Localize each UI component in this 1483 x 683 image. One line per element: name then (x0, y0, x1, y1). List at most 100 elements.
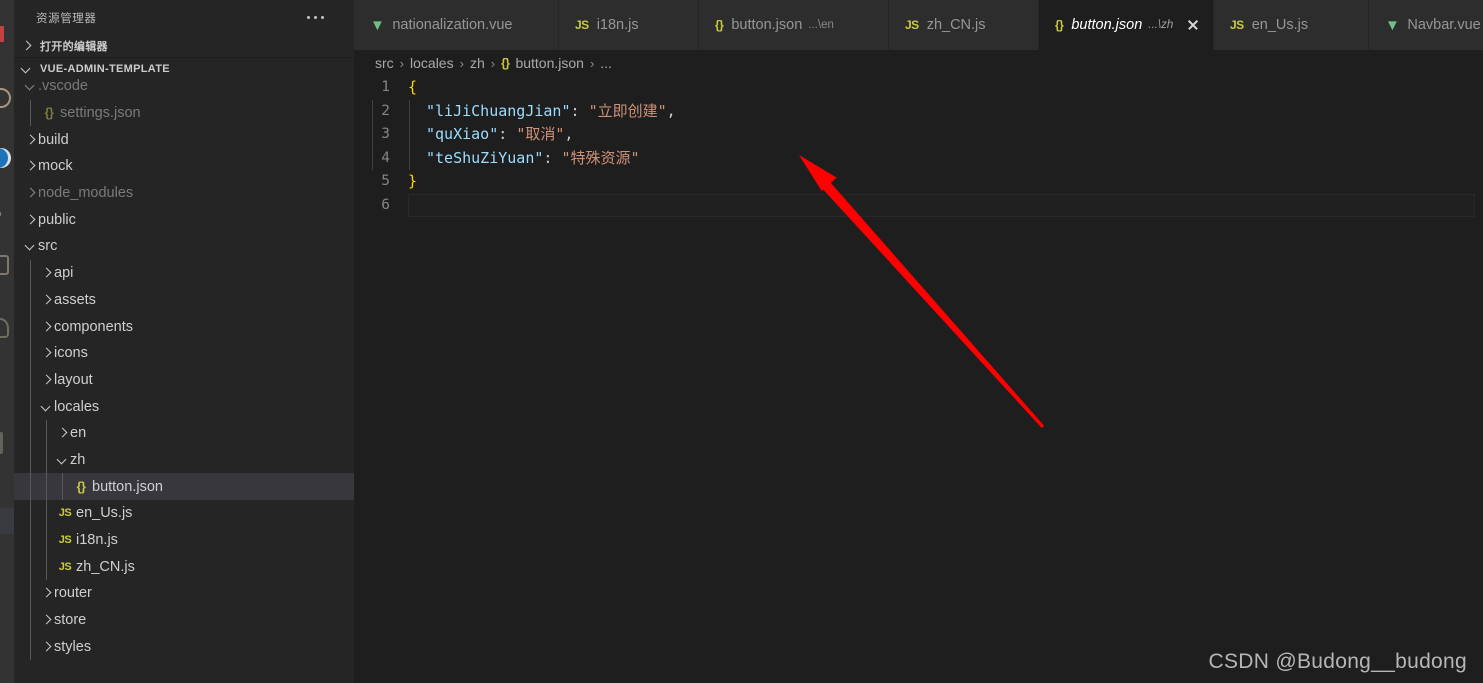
json-file-icon: {} (715, 18, 724, 32)
js-file-icon: JS (905, 18, 919, 32)
tree-item-label: build (38, 131, 69, 148)
small-marker-icon[interactable] (0, 212, 1, 216)
breadcrumb-separator: › (589, 55, 595, 71)
tree-item-src[interactable]: src (14, 233, 354, 260)
tree-item-label: icons (54, 345, 88, 362)
tree-item-node-modules[interactable]: node_modules (14, 180, 354, 207)
red-marker-icon[interactable] (0, 26, 4, 42)
chevron-right-icon[interactable] (38, 585, 54, 601)
tree-item--vscode[interactable]: .vscode (14, 73, 354, 100)
code-text: "teShuZiYuan": "特殊资源" (408, 147, 640, 171)
chevron-down-icon[interactable] (54, 452, 70, 468)
code-token: "teShuZiYuan" (426, 148, 544, 167)
tan-circle-icon[interactable] (0, 88, 11, 108)
breadcrumb-item[interactable]: locales (410, 55, 454, 71)
blue-circle-icon[interactable] (0, 148, 11, 168)
code-line: 4 "teShuZiYuan": "特殊资源" (354, 146, 1483, 171)
code-token: : (543, 148, 562, 167)
indent-guide (30, 580, 31, 607)
tree-item-label: components (54, 318, 133, 335)
tree-item-mock[interactable]: mock (14, 153, 354, 180)
tree-item-router[interactable]: router (14, 580, 354, 607)
code-line: 1{ (354, 76, 1483, 100)
tree-item-en-us-js[interactable]: JS en_Us.js (14, 500, 354, 527)
tab-i18n-js[interactable]: JS i18n.js (559, 0, 699, 50)
folding-guide (372, 99, 373, 123)
tree-item-layout[interactable]: layout (14, 366, 354, 394)
tree-item-zh[interactable]: zh (14, 446, 354, 474)
box-icon-2[interactable] (0, 318, 9, 338)
tree-item-build[interactable]: build (14, 126, 354, 153)
json-file-icon: {} (1055, 18, 1064, 32)
chevron-right-icon[interactable] (38, 319, 54, 335)
tab-button-json-zh[interactable]: {} button.json ...\zh (1039, 0, 1214, 50)
tab-button-json-en[interactable]: {} button.json ...\en (699, 0, 889, 50)
more-actions-icon[interactable] (307, 16, 340, 19)
line-number: 1 (381, 79, 390, 95)
tree-item-assets[interactable]: assets (14, 286, 354, 314)
tree-item-label: locales (54, 398, 100, 415)
code-token: "取消" (516, 125, 565, 143)
tree-item-styles[interactable]: styles (14, 633, 354, 661)
chevron-right-icon[interactable] (38, 372, 54, 388)
indent-guide (46, 446, 47, 474)
tree-item-label: layout (54, 371, 93, 388)
code-line: 6 (354, 193, 1483, 217)
chevron-right-icon[interactable] (38, 639, 54, 655)
breadcrumb-item[interactable]: ... (600, 55, 612, 71)
breadcrumb-item[interactable]: button.json (515, 55, 584, 71)
selected-item-icon[interactable] (0, 508, 14, 534)
chevron-right-icon[interactable] (22, 212, 38, 228)
chevron-right-icon[interactable] (38, 345, 54, 361)
chevron-down-icon[interactable] (22, 78, 38, 94)
chevron-right-icon[interactable] (38, 612, 54, 628)
tree-item-public[interactable]: public (14, 206, 354, 233)
json-file-icon: {} (44, 106, 54, 121)
chevron-right-icon[interactable] (22, 132, 38, 148)
tab-label: Navbar.vue (1407, 17, 1481, 33)
box-icon-1[interactable] (0, 255, 9, 275)
tree-item-button-json[interactable]: {} button.json (14, 473, 354, 500)
tree-item-api[interactable]: api (14, 259, 354, 287)
section-open-editors-label: 打开的编辑器 (40, 41, 108, 53)
chevron-right-icon[interactable] (22, 158, 38, 174)
tree-item-icons[interactable]: icons (14, 339, 354, 367)
chevron-right-icon[interactable] (22, 185, 38, 201)
close-icon[interactable] (1185, 17, 1197, 33)
breadcrumb-item[interactable]: zh (470, 55, 485, 71)
chevron-right-icon[interactable] (38, 265, 54, 281)
tab-navbar-vue[interactable]: ▼ Navbar.vue (1369, 0, 1483, 50)
chevron-down-icon[interactable] (38, 399, 54, 415)
chevron-right-icon[interactable] (54, 425, 70, 441)
js-file-icon: JS (58, 507, 72, 520)
code-token: "特殊资源" (561, 148, 640, 167)
tree-item-en[interactable]: en (14, 419, 354, 447)
tab-label: zh_CN.js (926, 17, 986, 33)
code-token: { (408, 78, 418, 96)
chevron-down-icon[interactable] (22, 238, 38, 254)
indent-guide (30, 473, 31, 500)
breadcrumb-item[interactable]: src (375, 55, 394, 71)
code-token: } (408, 172, 418, 190)
tree-item-label: styles (54, 638, 92, 655)
chevron-right-icon[interactable] (38, 292, 54, 308)
tab-en-us-js[interactable]: JS en_Us.js (1214, 0, 1369, 50)
tree-item-locales[interactable]: locales (14, 393, 354, 420)
code-token: "quXiao" (426, 125, 499, 143)
tree-item-i18n-js[interactable]: JS i18n.js (14, 526, 354, 554)
tab-label: button.json (731, 17, 803, 33)
tab-zh-cn-js[interactable]: JS zh_CN.js (889, 0, 1039, 50)
tree-item-components[interactable]: components (14, 313, 354, 340)
tree-item-zh-cn-js[interactable]: JS zh_CN.js (14, 553, 354, 581)
code-editor[interactable]: 1{2 "liJiChuangJian": "立即创建", 3 "quXiao": "… (354, 76, 1483, 683)
box-icon-3[interactable] (0, 432, 3, 454)
tree-item-label: router (54, 585, 92, 602)
tree-item-store[interactable]: store (14, 606, 354, 634)
section-open-editors[interactable]: 打开的编辑器 (14, 35, 354, 57)
tab-nationalization-vue[interactable]: ▼ nationalization.vue (354, 0, 559, 50)
tree-item-settings-json[interactable]: {} settings.json (14, 99, 354, 127)
